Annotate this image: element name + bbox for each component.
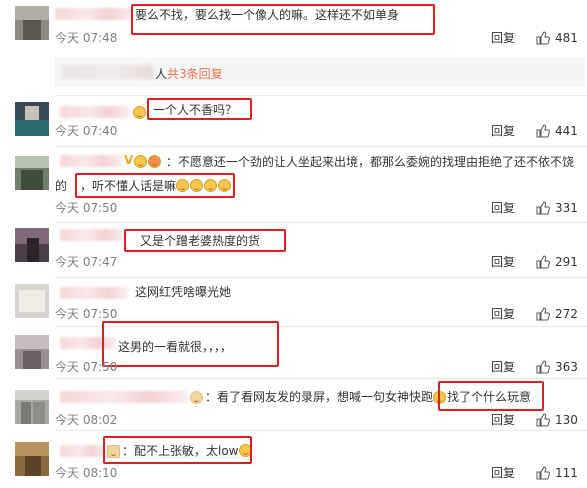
verified-icon: V <box>124 153 134 167</box>
timestamp: 今天 08:02 <box>55 413 118 427</box>
like-count: 291 <box>555 255 578 269</box>
thumbs-up-icon[interactable] <box>536 31 550 45</box>
username-blurred[interactable] <box>55 8 133 20</box>
sub-reply-avatars-blurred <box>63 65 153 79</box>
username-blurred[interactable] <box>60 106 130 118</box>
timestamp: 今天 07:50 <box>55 360 118 374</box>
avatar[interactable] <box>15 284 49 318</box>
divider <box>55 277 587 278</box>
reply-button[interactable]: 回复 <box>491 31 515 45</box>
timestamp: 今天 07:48 <box>55 31 118 45</box>
divider <box>55 378 587 379</box>
sub-replies-bar[interactable]: 人 共3条回复 <box>55 57 585 87</box>
divider <box>55 146 587 147</box>
reply-button[interactable]: 回复 <box>491 201 515 215</box>
thumbs-up-icon[interactable] <box>536 360 550 374</box>
timestamp: 今天 07:50 <box>55 307 118 321</box>
badge-icon <box>190 391 203 404</box>
thumbs-up-icon[interactable] <box>536 413 550 427</box>
like-count: 441 <box>555 124 578 138</box>
like-count: 130 <box>555 413 578 427</box>
username-blurred[interactable] <box>60 155 122 167</box>
highlight-box <box>75 173 235 198</box>
username-blurred[interactable] <box>60 229 124 241</box>
badge-icon <box>134 155 147 168</box>
avatar[interactable] <box>15 228 49 262</box>
highlight-box <box>124 229 286 252</box>
reply-button[interactable]: 回复 <box>491 255 515 269</box>
avatar[interactable] <box>15 6 49 40</box>
avatar[interactable] <box>15 156 49 190</box>
highlight-box <box>131 4 435 35</box>
highlight-box <box>102 321 279 367</box>
like-count: 481 <box>555 31 578 45</box>
thumbs-up-icon[interactable] <box>536 255 550 269</box>
reply-button[interactable]: 回复 <box>491 307 515 321</box>
divider <box>55 430 587 431</box>
badge-icon <box>133 106 146 119</box>
timestamp: 今天 07:40 <box>55 124 118 138</box>
comment-text: 这网红凭啥曝光她 <box>135 285 232 299</box>
avatar[interactable] <box>15 102 49 136</box>
avatar[interactable] <box>15 442 49 476</box>
reply-button[interactable]: 回复 <box>491 360 515 374</box>
like-count: 111 <box>555 466 578 480</box>
divider <box>55 95 587 96</box>
sub-reply-name-suffix: 人 <box>155 67 168 81</box>
reply-button[interactable]: 回复 <box>491 466 515 480</box>
reply-button[interactable]: 回复 <box>491 124 515 138</box>
thumbs-up-icon[interactable] <box>536 124 550 138</box>
emoji-icon <box>148 155 161 168</box>
like-count: 331 <box>555 201 578 215</box>
thumbs-up-icon[interactable] <box>536 466 550 480</box>
like-count: 363 <box>555 360 578 374</box>
timestamp: 今天 07:50 <box>55 201 118 215</box>
comment-text-line1: ：不愿意还一个劲的让人坐起来出境，都那么委婉的找理由拒绝了还不依不饶 <box>166 155 575 169</box>
avatar[interactable] <box>15 335 49 369</box>
avatar[interactable] <box>15 390 49 424</box>
username-blurred[interactable] <box>60 287 128 299</box>
highlight-box <box>147 98 252 120</box>
comment-text-prefix: 的 <box>55 179 68 193</box>
timestamp: 今天 08:10 <box>55 466 118 480</box>
thumbs-up-icon[interactable] <box>536 307 550 321</box>
comment-text: ：看了看网友发的录屏，想喊一句女神快跑 <box>205 390 434 404</box>
username-blurred[interactable] <box>60 391 188 403</box>
thumbs-up-icon[interactable] <box>536 201 550 215</box>
highlight-box <box>103 436 252 464</box>
divider <box>55 222 587 223</box>
like-count: 272 <box>555 307 578 321</box>
username-blurred[interactable] <box>60 445 106 457</box>
view-replies-link[interactable]: 共3条回复 <box>167 65 223 82</box>
timestamp: 今天 07:47 <box>55 255 118 269</box>
highlight-box <box>438 381 544 411</box>
reply-button[interactable]: 回复 <box>491 413 515 427</box>
